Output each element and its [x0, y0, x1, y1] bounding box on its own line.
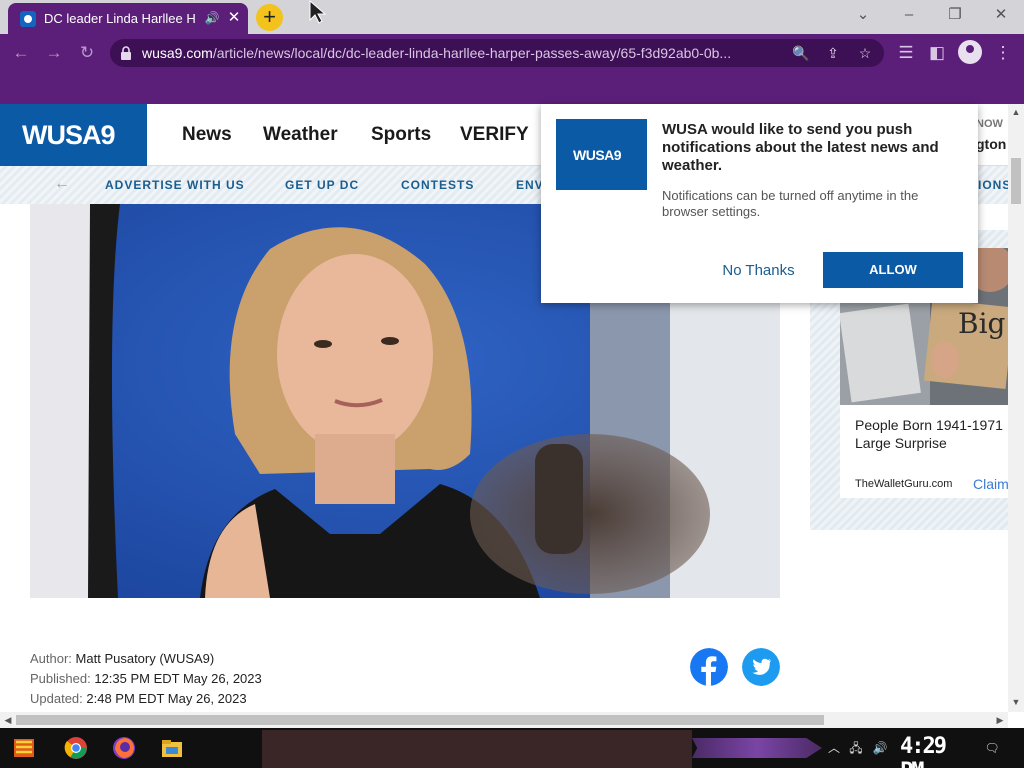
notification-title: WUSA would like to send you push notific…	[662, 121, 939, 174]
forward-arrow-icon[interactable]: →	[43, 42, 65, 64]
nav-weather[interactable]: Weather	[263, 124, 338, 146]
scroll-right-arrow-icon[interactable]: ▶	[994, 714, 1006, 726]
nav-sports[interactable]: Sports	[371, 124, 431, 146]
browser-toolbar: ← → ↻ wusa9.com/article/news/local/dc/dc…	[0, 34, 1024, 72]
firefox-icon[interactable]	[112, 736, 136, 760]
address-bar[interactable]: wusa9.com/article/news/local/dc/dc-leade…	[110, 39, 884, 67]
byline-updated: Updated: 2:48 PM EDT May 26, 2023	[30, 691, 247, 706]
no-thanks-button[interactable]: No Thanks	[711, 262, 806, 280]
weather-location[interactable]: gton	[976, 136, 1006, 152]
menu-kebab-icon[interactable]: ⋮	[992, 42, 1014, 64]
horizontal-scrollbar[interactable]: ◀ ▶	[0, 712, 1008, 728]
taskbar	[0, 728, 1024, 768]
byline-author: Author: Matt Pusatory (WUSA9)	[30, 651, 215, 666]
mouse-cursor-icon	[309, 0, 327, 24]
reload-icon[interactable]: ↻	[76, 42, 98, 64]
wusa9-favicon-icon	[20, 11, 36, 27]
horizontal-scroll-thumb[interactable]	[16, 715, 824, 725]
back-arrow-icon[interactable]: ←	[10, 42, 32, 64]
notification-center-icon[interactable]: 🗨	[984, 740, 1000, 756]
browser-tab[interactable]: DC leader Linda Harllee Ha 🔊 ✕	[8, 3, 248, 34]
ad-sign-text: Big PAY	[958, 307, 1010, 340]
tab-search-chevron-icon[interactable]: ⌄	[848, 4, 878, 26]
subnav-contests[interactable]: CONTESTS	[401, 178, 474, 192]
start-button-icon[interactable]	[12, 736, 36, 760]
speaker-icon[interactable]: 🔊	[204, 10, 220, 26]
file-explorer-icon[interactable]	[160, 736, 184, 760]
minimize-button[interactable]: –	[894, 4, 924, 26]
allow-button[interactable]: ALLOW	[823, 252, 963, 288]
twitter-share-icon[interactable]	[742, 648, 780, 686]
notification-logo: WUSA9	[556, 119, 647, 190]
scroll-up-arrow-icon[interactable]: ▲	[1010, 106, 1022, 118]
taskbar-clock[interactable]: 4:29 PM	[900, 734, 964, 768]
vertical-scrollbar[interactable]: ▲ ▼	[1008, 104, 1024, 712]
facebook-share-icon[interactable]	[690, 648, 728, 686]
taskbar-window-preview[interactable]	[262, 730, 692, 768]
subnav-advertise[interactable]: ADVERTISE WITH US	[105, 178, 245, 192]
reading-list-icon[interactable]: ☰	[895, 42, 917, 64]
browser-band	[0, 72, 1024, 104]
weather-now-tag: NOW	[976, 118, 1003, 130]
tab-title: DC leader Linda Harllee Ha	[44, 11, 196, 26]
browser-tabstrip: DC leader Linda Harllee Ha 🔊 ✕ + ⌄ – ❐ ✕	[0, 0, 1024, 34]
search-icon[interactable]: 🔍	[792, 44, 810, 62]
taskbar-decoration	[692, 738, 822, 758]
notification-subtitle: Notifications can be turned off anytime …	[662, 188, 919, 219]
volume-icon[interactable]: 🔊	[872, 740, 888, 756]
lock-icon	[121, 46, 131, 60]
ad-source: TheWalletGuru.com	[855, 478, 953, 490]
restore-button[interactable]: ❐	[940, 4, 970, 26]
subnav-env[interactable]: ENV	[516, 178, 544, 192]
url-text[interactable]: wusa9.com/article/news/local/dc/dc-leade…	[142, 45, 792, 62]
nav-news[interactable]: News	[182, 124, 232, 146]
ad-headline[interactable]: People Born 1941-1971 Large Surprise	[855, 416, 1010, 452]
close-tab-icon[interactable]: ✕	[226, 10, 242, 26]
wusa9-logo[interactable]: WUSA9	[0, 104, 147, 166]
close-window-button[interactable]: ✕	[986, 4, 1016, 26]
subnav-ions[interactable]: IONS	[978, 178, 1011, 192]
nav-verify[interactable]: VERIFY	[460, 124, 529, 146]
scroll-left-arrow-icon[interactable]: ◀	[2, 714, 14, 726]
share-icon[interactable]: ⇪	[824, 44, 842, 62]
vertical-scroll-thumb[interactable]	[1011, 158, 1021, 204]
tray-chevron-up-icon[interactable]: ︿	[826, 740, 842, 756]
logo-text: WUSA9	[22, 120, 116, 150]
ad-claim-link[interactable]: Claim	[973, 476, 1009, 492]
network-icon[interactable]: 🖧	[848, 740, 864, 756]
subnav-back-arrow-icon[interactable]: ←	[54, 176, 70, 192]
profile-avatar-icon[interactable]	[958, 40, 982, 64]
subnav-get-up-dc[interactable]: GET UP DC	[285, 178, 359, 192]
push-notification-prompt: WUSA9 WUSA would like to send you push n…	[541, 104, 978, 303]
notification-logo-text: WUSA9	[573, 147, 622, 163]
scroll-down-arrow-icon[interactable]: ▼	[1010, 696, 1022, 708]
byline-published: Published: 12:35 PM EDT May 26, 2023	[30, 671, 262, 686]
bookmark-star-icon[interactable]: ☆	[856, 44, 874, 62]
chrome-icon[interactable]	[64, 736, 88, 760]
side-panel-icon[interactable]: ◧	[926, 42, 948, 64]
new-tab-button[interactable]: +	[256, 4, 283, 31]
